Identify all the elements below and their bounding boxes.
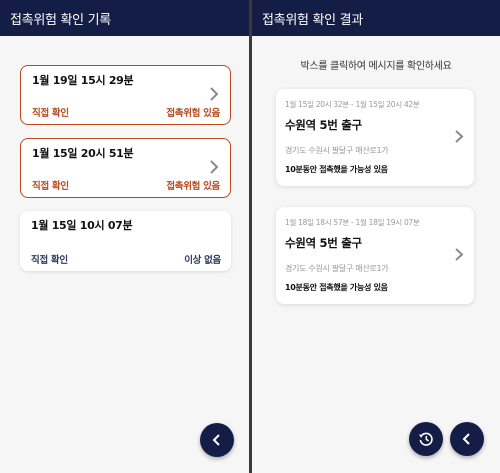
history-card[interactable]: 1월 15일 20시 51분 직접 확인 접촉위험 있음 — [20, 138, 231, 198]
chevron-right-icon — [210, 160, 219, 174]
chevron-right-icon — [455, 248, 464, 261]
contact-description: 10분동안 접촉했을 가능성 있음 — [285, 165, 388, 174]
contact-result-screen: 접촉위험 확인 결과 박스를 클릭하여 메시지를 확인하세요 1월 15일 20… — [252, 0, 500, 473]
chevron-left-icon — [462, 433, 470, 445]
status-badge: 접촉위험 있음 — [166, 181, 220, 192]
place-address: 경기도 수원시 팔달구 매산로1가 — [285, 146, 389, 155]
result-card[interactable]: 1월 18일 18시 57분 - 1월 18일 19시 07분 수원역 5번 출… — [276, 207, 474, 304]
back-button[interactable] — [450, 422, 484, 456]
status-badge: 접촉위험 있음 — [166, 108, 220, 119]
history-card[interactable]: 1월 15일 10시 07분 직접 확인 이상 없음 — [20, 211, 231, 271]
history-card[interactable]: 1월 19일 15시 29분 직접 확인 접촉위험 있음 — [20, 65, 231, 125]
chevron-left-icon — [212, 434, 220, 446]
contact-history-screen: 접촉위험 확인 기록 1월 19일 15시 29분 직접 확인 접촉위험 있음 … — [0, 0, 249, 473]
record-time: 1월 19일 15시 29분 — [32, 74, 134, 87]
result-card[interactable]: 1월 15일 20시 32분 - 1월 15일 20시 42분 수원역 5번 출… — [276, 89, 474, 186]
contact-period: 1월 18일 18시 57분 - 1월 18일 19시 07분 — [285, 218, 420, 227]
app-bar: 접촉위험 확인 결과 — [252, 0, 500, 36]
history-icon — [419, 432, 433, 446]
record-type: 직접 확인 — [31, 255, 68, 266]
page-title: 접촉위험 확인 기록 — [10, 12, 111, 28]
contact-period: 1월 15일 20시 32분 - 1월 15일 20시 42분 — [285, 100, 420, 109]
instruction-text: 박스를 클릭하여 메시지를 확인하세요 — [300, 61, 452, 72]
place-address: 경기도 수원시 팔달구 매산로1가 — [285, 264, 389, 273]
back-button[interactable] — [200, 423, 234, 457]
chevron-right-icon — [455, 130, 464, 143]
place-name: 수원역 5번 출구 — [285, 118, 362, 132]
page-title: 접촉위험 확인 결과 — [262, 12, 363, 28]
status-badge: 이상 없음 — [184, 255, 221, 266]
record-type: 직접 확인 — [32, 181, 69, 192]
history-button[interactable] — [409, 422, 443, 456]
record-type: 직접 확인 — [32, 108, 69, 119]
record-time: 1월 15일 10시 07분 — [31, 219, 133, 232]
record-time: 1월 15일 20시 51분 — [32, 147, 134, 160]
app-bar: 접촉위험 확인 기록 — [0, 0, 249, 36]
contact-description: 10분동안 접촉했을 가능성 있음 — [285, 283, 388, 292]
place-name: 수원역 5번 출구 — [285, 236, 362, 250]
chevron-right-icon — [210, 87, 219, 101]
